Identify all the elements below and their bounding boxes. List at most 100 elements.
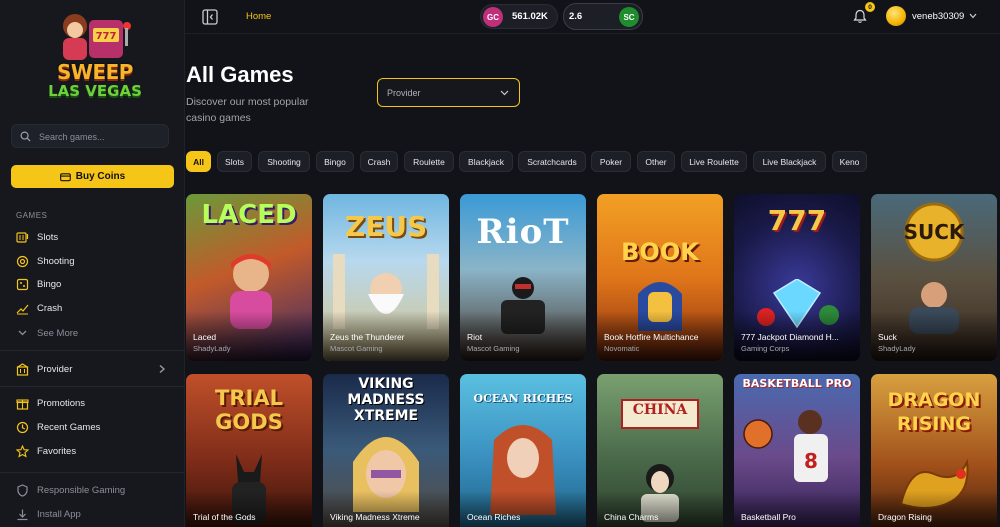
sidebar-item-slots[interactable]: Slots	[16, 229, 176, 245]
svg-text:8: 8	[804, 449, 818, 473]
avatar[interactable]	[886, 6, 906, 26]
provider-select[interactable]: Provider	[377, 78, 520, 107]
see-more-button[interactable]: See More	[16, 325, 176, 341]
game-provider: ShadyLady	[193, 344, 231, 353]
game-provider: Gaming Corps	[741, 344, 790, 353]
filter-chip-live-blackjack[interactable]: Live Blackjack	[753, 151, 826, 172]
shield-icon	[17, 483, 28, 497]
sidebar-item-promotions[interactable]: Promotions	[16, 395, 176, 411]
sidebar-item-label: Recent Games	[37, 421, 101, 433]
game-art-text: DRAGON RISING	[887, 389, 981, 435]
game-art-text: BASKETBALL PRO	[742, 377, 852, 390]
sidebar-item-label: Promotions	[37, 397, 86, 409]
sidebar-item-label: Shooting	[37, 255, 75, 267]
search-input[interactable]	[39, 128, 164, 145]
gold-coin-balance[interactable]: GC 561.02K	[480, 4, 558, 29]
sidebar-item-favorites[interactable]: Favorites	[16, 443, 176, 459]
star-icon	[16, 444, 29, 458]
brand-logo[interactable]: 777 SWEEP LAS VEGAS	[45, 6, 145, 102]
divider	[0, 472, 185, 473]
sidebar-item-label: Favorites	[37, 445, 77, 457]
game-art-text: ZEUS	[344, 210, 428, 243]
game-title: Ocean Riches	[467, 512, 521, 522]
sidebar-item-label: Install App	[37, 508, 81, 520]
sidebar-item-label: Slots	[37, 231, 59, 243]
chevron-down-icon	[500, 90, 509, 96]
download-icon	[17, 509, 28, 520]
filter-chip-slots[interactable]: Slots	[217, 151, 252, 172]
game-card-basketball-pro[interactable]: BASKETBALL PRO 8 Basketball Pro	[734, 374, 860, 527]
game-art-text: OCEAN RICHES	[473, 392, 573, 405]
bingo-card-icon	[16, 278, 29, 290]
sidebar-item-label: Crash	[37, 302, 63, 314]
sidebar-item-responsible-gaming[interactable]: Responsible Gaming	[16, 482, 176, 498]
sidebar: 777 SWEEP LAS VEGAS Buy Coins GAMES	[0, 0, 185, 527]
wallet-icon	[59, 172, 71, 181]
game-card-book-hotfire-multichance[interactable]: BOOK Book Hotfire Multichance Novomatic	[597, 194, 723, 361]
game-title: 777 Jackpot Diamond H...	[741, 332, 839, 342]
sidebar-item-label: Provider	[37, 363, 73, 375]
filter-chip-crash[interactable]: Crash	[360, 151, 398, 172]
sidebar-item-bingo[interactable]: Bingo	[16, 276, 176, 292]
sidebar-item-recent-games[interactable]: Recent Games	[16, 419, 176, 435]
game-art-text: VIKING MADNESS XTREME	[347, 376, 425, 424]
breadcrumb-home[interactable]: Home	[246, 11, 271, 22]
chevron-down-icon	[18, 330, 27, 336]
game-card-viking-madness-xtreme[interactable]: VIKING MADNESS XTREME Viking Madness Xtr…	[323, 374, 449, 527]
sidebar-item-shooting[interactable]: Shooting	[16, 253, 176, 269]
game-title: Basketball Pro	[741, 512, 796, 522]
game-art-text: BOOK	[621, 238, 699, 266]
notification-count-badge: 0	[865, 2, 875, 12]
buy-coins-button[interactable]: Buy Coins	[11, 165, 174, 188]
brand-logo-line2: LAS VEGAS	[48, 82, 142, 100]
filter-chip-keno[interactable]: Keno	[832, 151, 867, 172]
sidebar-collapse-icon[interactable]	[202, 9, 218, 25]
game-card-china-charms[interactable]: CHINA China Charms	[597, 374, 723, 527]
filter-chip-poker[interactable]: Poker	[591, 151, 631, 172]
game-card-ocean-riches[interactable]: OCEAN RICHES Ocean Riches	[460, 374, 586, 527]
sweeps-coin-balance[interactable]: 2.6 SC	[563, 3, 643, 30]
filter-chip-blackjack[interactable]: Blackjack	[459, 151, 513, 172]
page-subtitle: Discover our most popular casino games	[186, 96, 309, 124]
filter-chip-scratchcards[interactable]: Scratchcards	[518, 151, 586, 172]
game-card-laced[interactable]: LACED Laced ShadyLady	[186, 194, 312, 361]
see-more-label: See More	[37, 327, 79, 339]
slot-machine-mascot-icon: 777	[63, 14, 131, 60]
sidebar-item-label: Bingo	[37, 278, 62, 290]
filter-chip-all[interactable]: All	[186, 151, 211, 172]
divider	[0, 350, 185, 351]
game-card-777-jackpot-diamond[interactable]: 777 777 Jackpot Diamond H... Gaming Corp…	[734, 194, 860, 361]
gc-badge: GC	[483, 7, 503, 27]
building-icon	[16, 362, 29, 376]
bell-icon[interactable]	[853, 9, 867, 24]
game-art-text: LACED	[201, 200, 297, 230]
chart-line-icon	[16, 304, 29, 314]
game-card-zeus-the-thunderer[interactable]: ZEUS Zeus the Thunderer Mascot Gaming	[323, 194, 449, 361]
sidebar-item-provider[interactable]: Provider	[16, 361, 176, 377]
game-art-text: 777	[767, 204, 827, 237]
sidebar-item-crash[interactable]: Crash	[16, 300, 176, 316]
filter-chip-roulette[interactable]: Roulette	[404, 151, 454, 172]
chevron-down-icon[interactable]	[969, 13, 977, 19]
filter-chip-other[interactable]: Other	[637, 151, 675, 172]
game-title: Riot	[467, 332, 483, 342]
filter-chip-live-roulette[interactable]: Live Roulette	[681, 151, 747, 172]
search-box	[11, 124, 169, 148]
game-card-riot[interactable]: RioT Riot Mascot Gaming	[460, 194, 586, 361]
username[interactable]: veneb30309	[912, 11, 964, 22]
game-provider: Mascot Gaming	[330, 344, 383, 353]
game-card-dragon-rising[interactable]: DRAGON RISING Dragon Rising	[871, 374, 997, 527]
gc-balance-value: 561.02K	[512, 11, 548, 22]
sidebar-item-label: Responsible Gaming	[37, 484, 126, 496]
game-title: Suck	[878, 332, 897, 342]
page-title: All Games	[186, 62, 294, 87]
filter-chip-bingo[interactable]: Bingo	[316, 151, 354, 172]
filter-chip-shooting[interactable]: Shooting	[258, 151, 310, 172]
game-art-text: TRIAL GODS	[215, 386, 283, 434]
sidebar-item-install-app[interactable]: Install App	[16, 506, 176, 522]
game-card-trial-of-the-gods[interactable]: TRIAL GODS Trial of the Gods	[186, 374, 312, 527]
game-provider: ShadyLady	[878, 344, 916, 353]
game-title: China Charms	[604, 512, 659, 522]
game-card-suck[interactable]: SUCK Suck ShadyLady	[871, 194, 997, 361]
provider-select-value: Provider	[387, 88, 421, 98]
